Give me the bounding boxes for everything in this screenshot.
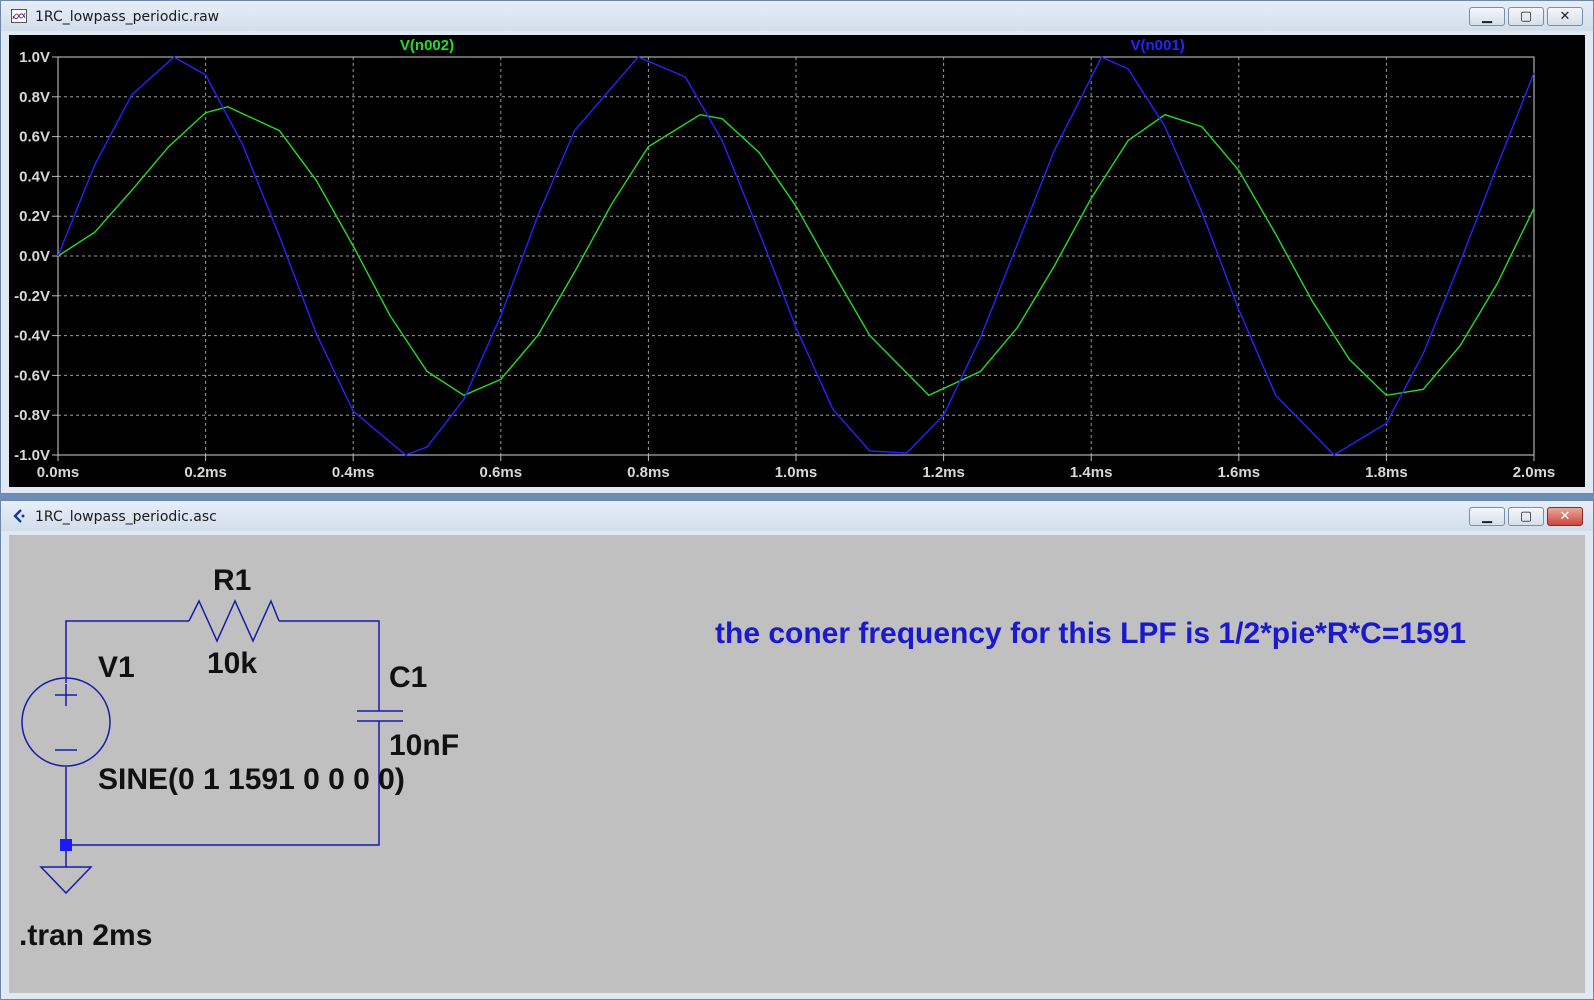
comment-text[interactable]: the coner frequency for this LPF is 1/2*… — [715, 617, 1466, 650]
close-icon: ✕ — [1559, 509, 1571, 524]
waveform-app-icon — [11, 9, 27, 23]
c1-value-label[interactable]: 10nF — [389, 729, 459, 762]
x-tick-label: 2.0ms — [1513, 464, 1556, 481]
y-tick-label: -0.2V — [14, 288, 50, 305]
waveform-window: 1RC_lowpass_periodic.raw ▁ ▢ ✕ 0.0ms 0.2m… — [0, 0, 1594, 494]
schematic-window-title: 1RC_lowpass_periodic.asc — [35, 509, 217, 525]
trace-label-vn002[interactable]: V(n002) — [400, 37, 454, 54]
schematic-window: 1RC_lowpass_periodic.asc ▁ ▢ ✕ R1 10k C1… — [0, 500, 1594, 1000]
c1-name-label[interactable]: C1 — [389, 661, 427, 694]
minimize-icon: ▁ — [1482, 509, 1492, 524]
capacitor-c1-symbol[interactable] — [357, 710, 403, 722]
maximize-icon: ▢ — [1519, 9, 1533, 24]
maximize-icon: ▢ — [1519, 509, 1533, 524]
resistor-r1-symbol[interactable] — [188, 599, 280, 643]
v1-value-label[interactable]: SINE(0 1 1591 0 0 0 0) — [98, 763, 405, 796]
y-tick-label: 0.6V — [19, 129, 50, 146]
y-tick-label: 0.8V — [19, 89, 50, 106]
tran-directive[interactable]: .tran 2ms — [19, 919, 152, 952]
r1-name-label[interactable]: R1 — [213, 564, 251, 597]
waveform-close-button[interactable]: ✕ — [1547, 7, 1583, 26]
schematic-maximize-button[interactable]: ▢ — [1508, 507, 1544, 526]
x-tick-label: 1.4ms — [1070, 464, 1113, 481]
minimize-icon: ▁ — [1482, 9, 1492, 24]
schematic-canvas[interactable]: R1 10k C1 10nF V1 SINE(0 1 1591 0 0 0 0)… — [9, 535, 1585, 993]
r1-value-label[interactable]: 10k — [207, 647, 257, 680]
x-tick-label: 0.2ms — [184, 464, 227, 481]
schematic-minimize-button[interactable]: ▁ — [1469, 507, 1505, 526]
waveform-minimize-button[interactable]: ▁ — [1469, 7, 1505, 26]
waveform-window-title: 1RC_lowpass_periodic.raw — [35, 9, 220, 25]
y-tick-label: 0.2V — [19, 208, 50, 225]
waveform-maximize-button[interactable]: ▢ — [1508, 7, 1544, 26]
x-tick-label: 1.2ms — [922, 464, 965, 481]
close-icon: ✕ — [1559, 9, 1571, 24]
x-tick-label: 1.8ms — [1365, 464, 1408, 481]
x-tick-label: 0.6ms — [480, 464, 523, 481]
v1-name-label[interactable]: V1 — [98, 651, 135, 684]
y-tick-label: -0.8V — [14, 407, 50, 424]
y-tick-label: -1.0V — [14, 447, 50, 464]
x-tick-label: 0.4ms — [332, 464, 375, 481]
waveform-chart[interactable]: 0.0ms 0.2ms 0.4ms 0.6ms 0.8ms 1.0ms 1.2ms 1.4ms… — [9, 35, 1585, 487]
schematic-close-button[interactable]: ✕ — [1547, 507, 1583, 526]
schematic-app-icon — [13, 509, 25, 523]
waveform-titlebar[interactable]: 1RC_lowpass_periodic.raw ▁ ▢ ✕ — [1, 1, 1593, 31]
schematic-drawing[interactable]: R1 10k C1 10nF V1 SINE(0 1 1591 0 0 0 0)… — [9, 535, 1585, 993]
x-tick-label: 0.8ms — [627, 464, 670, 481]
y-tick-label: 1.0V — [19, 49, 50, 66]
trace-label-vn001[interactable]: V(n001) — [1131, 37, 1185, 54]
plus-icon — [55, 684, 77, 706]
x-tick-label: 0.0ms — [37, 464, 80, 481]
y-tick-label: 0.4V — [19, 168, 50, 185]
ground-icon[interactable] — [39, 845, 93, 895]
y-tick-label: -0.6V — [14, 367, 50, 384]
y-tick-label: 0.0V — [19, 248, 50, 265]
plot-area[interactable]: 0.0ms 0.2ms 0.4ms 0.6ms 0.8ms 1.0ms 1.2ms 1.4ms… — [9, 35, 1585, 487]
y-tick-label: -0.4V — [14, 328, 50, 345]
node-marker[interactable] — [60, 839, 72, 851]
x-tick-label: 1.6ms — [1218, 464, 1261, 481]
schematic-titlebar[interactable]: 1RC_lowpass_periodic.asc ▁ ▢ ✕ — [1, 501, 1593, 531]
x-tick-label: 1.0ms — [775, 464, 818, 481]
wire-top-right[interactable] — [279, 620, 380, 711]
